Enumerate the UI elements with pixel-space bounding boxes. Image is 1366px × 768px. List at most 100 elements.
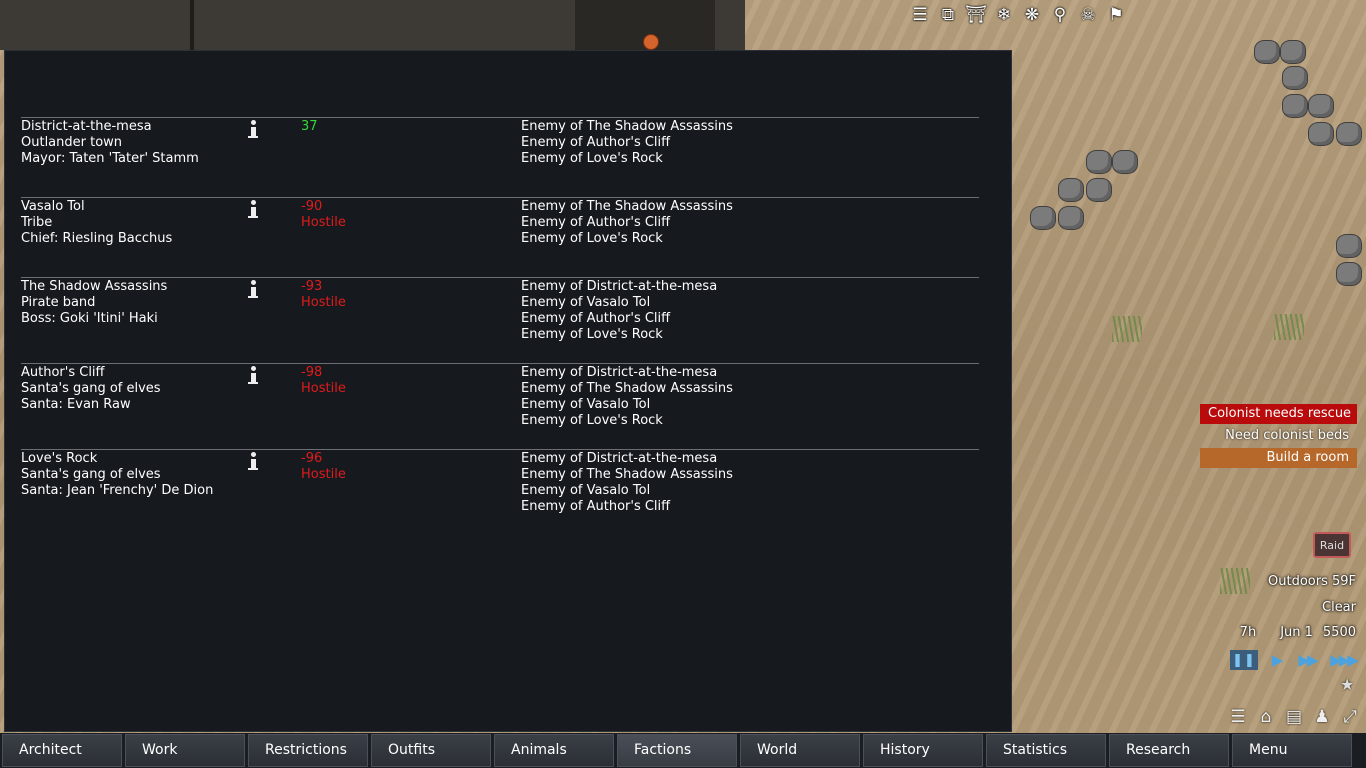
faction-identity: Author's Cliff Santa's gang of elves Santa… bbox=[21, 365, 251, 413]
alert-colonist-needs-rescue[interactable]: Colonist needs rescue bbox=[1200, 404, 1357, 424]
rock-chunk[interactable] bbox=[1308, 122, 1334, 146]
skull-icon[interactable]: ☠ bbox=[1076, 3, 1100, 27]
chart-icon[interactable]: ▤ bbox=[1282, 705, 1306, 729]
faction-relations: Enemy of District-at-the-mesa Enemy of Va… bbox=[521, 279, 717, 343]
relation-entry: Enemy of District-at-the-mesa bbox=[521, 451, 718, 466]
rock-chunk[interactable] bbox=[1112, 150, 1138, 174]
rock-chunk[interactable] bbox=[1058, 206, 1084, 230]
faction-row: District-at-the-mesa Outlander town Mayor:… bbox=[21, 117, 979, 198]
rock-chunk[interactable] bbox=[1282, 66, 1308, 90]
roof-icon[interactable]: ⛩ bbox=[964, 3, 988, 27]
copy-icon[interactable]: ⧉ bbox=[936, 3, 960, 27]
play-icon[interactable]: ▶ bbox=[1264, 650, 1288, 670]
grass-tuft bbox=[1220, 568, 1250, 594]
relation-entry: Enemy of Author's Cliff bbox=[521, 499, 671, 514]
faction-goodwill: -98 Hostile bbox=[301, 365, 346, 397]
faction-goodwill: -96 Hostile bbox=[301, 451, 346, 483]
pawn-icon[interactable]: ♟ bbox=[1310, 705, 1334, 729]
list-icon[interactable]: ☰ bbox=[908, 3, 932, 27]
rock-chunk[interactable] bbox=[1086, 150, 1112, 174]
rock-chunk[interactable] bbox=[1280, 40, 1306, 64]
faction-name: Author's Cliff bbox=[21, 365, 105, 380]
map-overlay-toolbar: ☰ ⧉ ⛩ ❄ ❋ ⚲ ☠ ⚑ bbox=[908, 3, 1128, 27]
tab-restrictions[interactable]: Restrictions bbox=[248, 734, 368, 767]
tab-history[interactable]: History bbox=[863, 734, 983, 767]
relation-entry: Enemy of District-at-the-mesa bbox=[521, 279, 718, 294]
rock-chunk[interactable] bbox=[1086, 178, 1112, 202]
tab-architect[interactable]: Architect bbox=[2, 734, 122, 767]
tab-menu[interactable]: Menu bbox=[1232, 734, 1352, 767]
relation-status: Hostile bbox=[301, 295, 346, 310]
info-icon[interactable] bbox=[247, 452, 259, 470]
faction-goodwill: -93 Hostile bbox=[301, 279, 346, 311]
rock-chunk[interactable] bbox=[1254, 40, 1280, 64]
relation-entry: Enemy of The Shadow Assassins bbox=[521, 199, 733, 214]
rock-chunk[interactable] bbox=[1282, 94, 1308, 118]
tab-statistics[interactable]: Statistics bbox=[986, 734, 1106, 767]
tab-outfits[interactable]: Outfits bbox=[371, 734, 491, 767]
info-icon[interactable] bbox=[247, 200, 259, 218]
alert-need-colonist-beds[interactable]: Need colonist beds bbox=[1200, 426, 1357, 446]
play-settings-toolbar: ☰ ⌂ ▤ ♟ ⤢ bbox=[1226, 705, 1362, 729]
faction-leader: Boss: Goki 'Itini' Haki bbox=[21, 311, 158, 326]
relation-entry: Enemy of The Shadow Assassins bbox=[521, 381, 733, 396]
alert-toggle-icon[interactable]: ★ bbox=[1340, 675, 1362, 695]
relation-entry: Enemy of Vasalo Tol bbox=[521, 397, 651, 412]
weather-readout: Clear bbox=[1322, 600, 1356, 615]
relation-entry: Enemy of The Shadow Assassins bbox=[521, 467, 733, 482]
rock-chunk[interactable] bbox=[1336, 234, 1362, 258]
faction-row: Author's Cliff Santa's gang of elves Santa… bbox=[21, 363, 979, 450]
faction-identity: District-at-the-mesa Outlander town Mayor:… bbox=[21, 119, 251, 167]
faction-row: Vasalo Tol Tribe Chief: Riesling Bacchus -9… bbox=[21, 197, 979, 278]
tab-animals[interactable]: Animals bbox=[494, 734, 614, 767]
faction-leader: Santa: Evan Raw bbox=[21, 397, 131, 412]
faction-row: The Shadow Assassins Pirate band Boss: Gok… bbox=[21, 277, 979, 364]
info-icon[interactable] bbox=[247, 366, 259, 384]
relation-entry: Enemy of Author's Cliff bbox=[521, 135, 671, 150]
auto-rebuild-icon[interactable]: ☰ bbox=[1226, 705, 1250, 729]
alert-build-a-room[interactable]: Build a room bbox=[1200, 448, 1357, 468]
rock-chunk[interactable] bbox=[1336, 262, 1362, 286]
gear-icon[interactable]: ❋ bbox=[1020, 3, 1044, 27]
rock-chunk[interactable] bbox=[1336, 122, 1362, 146]
faction-name: The Shadow Assassins bbox=[21, 279, 168, 294]
rock-chunk[interactable] bbox=[1030, 206, 1056, 230]
search-icon[interactable]: ⚲ bbox=[1048, 3, 1072, 27]
faction-leader: Chief: Riesling Bacchus bbox=[21, 231, 173, 246]
tab-world[interactable]: World bbox=[740, 734, 860, 767]
home-area-icon[interactable]: ⌂ bbox=[1254, 705, 1278, 729]
relation-entry: Enemy of Vasalo Tol bbox=[521, 483, 651, 498]
faction-type: Outlander town bbox=[21, 135, 123, 150]
expand-icon[interactable]: ⤢ bbox=[1338, 705, 1362, 729]
relation-entry: Enemy of District-at-the-mesa bbox=[521, 365, 718, 380]
tab-work[interactable]: Work bbox=[125, 734, 245, 767]
raid-letter-button[interactable]: Raid bbox=[1313, 532, 1351, 558]
flag-icon[interactable]: ⚑ bbox=[1104, 3, 1128, 27]
goodwill-value: -96 bbox=[301, 451, 323, 466]
date-readout: 7h Jun 1 5500 bbox=[1240, 625, 1356, 640]
cliff-edge bbox=[190, 0, 194, 50]
relation-entry: Enemy of Vasalo Tol bbox=[521, 295, 651, 310]
info-icon[interactable] bbox=[247, 120, 259, 138]
faction-identity: Love's Rock Santa's gang of elves Santa: J… bbox=[21, 451, 251, 499]
faction-type: Santa's gang of elves bbox=[21, 381, 161, 396]
relation-status: Hostile bbox=[301, 215, 346, 230]
faction-leader: Mayor: Taten 'Tater' Stamm bbox=[21, 151, 199, 166]
rock-chunk[interactable] bbox=[1308, 94, 1334, 118]
grass-tuft bbox=[1274, 314, 1304, 340]
faction-name: District-at-the-mesa bbox=[21, 119, 152, 134]
colonist-pawn[interactable] bbox=[643, 34, 659, 50]
relation-entry: Enemy of Author's Cliff bbox=[521, 215, 671, 230]
tab-factions[interactable]: Factions bbox=[617, 734, 737, 767]
pause-icon[interactable]: ❚❚ bbox=[1230, 650, 1258, 670]
tab-research[interactable]: Research bbox=[1109, 734, 1229, 767]
superfast-icon[interactable]: ▶▶▶ bbox=[1326, 650, 1360, 670]
dark-terrain bbox=[0, 0, 745, 50]
fast-forward-icon[interactable]: ▶▶ bbox=[1294, 650, 1320, 670]
snowflake-icon[interactable]: ❄ bbox=[992, 3, 1016, 27]
factions-window: District-at-the-mesa Outlander town Mayor:… bbox=[4, 50, 1012, 732]
relation-entry: Enemy of Author's Cliff bbox=[521, 311, 671, 326]
year-text: 5500 bbox=[1322, 625, 1356, 640]
rock-chunk[interactable] bbox=[1058, 178, 1084, 202]
info-icon[interactable] bbox=[247, 280, 259, 298]
